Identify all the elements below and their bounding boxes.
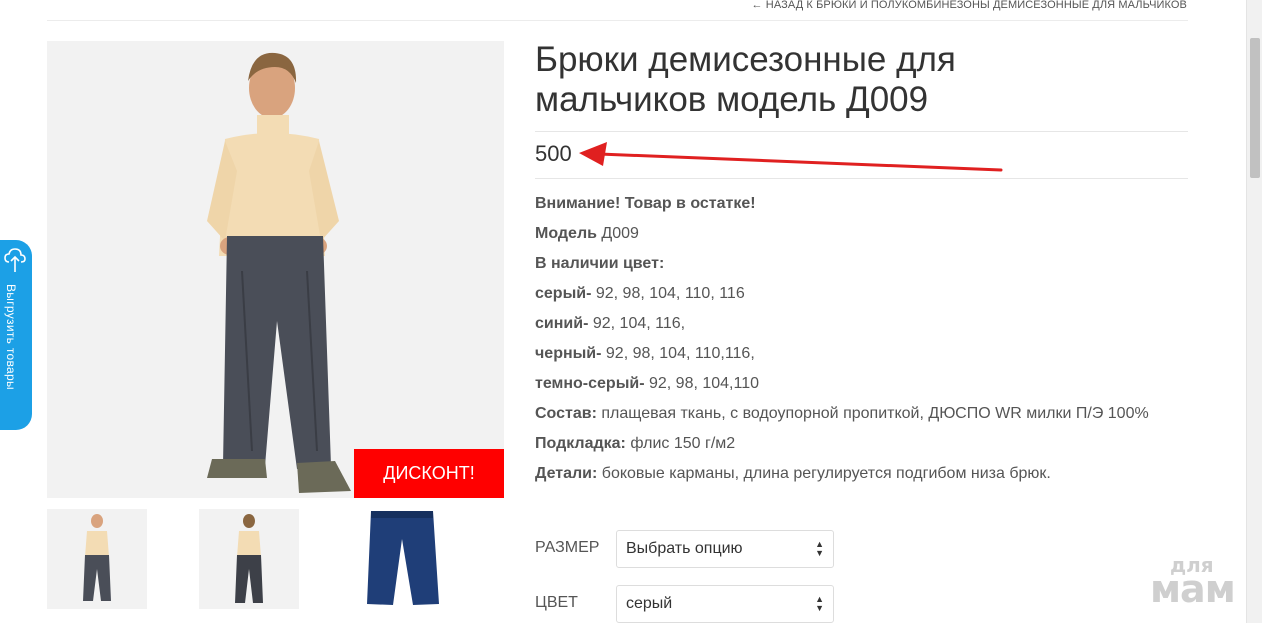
main-product-image[interactable] bbox=[47, 41, 504, 498]
scrollbar-thumb[interactable] bbox=[1250, 38, 1260, 178]
upload-products-tab[interactable]: Выгрузить товары bbox=[0, 240, 32, 430]
description-label: В наличии цвет: bbox=[535, 255, 665, 272]
description-label: Состав: bbox=[535, 405, 597, 422]
description-label: темно-серый- bbox=[535, 375, 645, 392]
description-line: Модель Д009 bbox=[535, 219, 1195, 249]
description-label: Модель bbox=[535, 225, 597, 242]
product-title-line1: Брюки демисезонные для bbox=[535, 40, 956, 79]
breadcrumb-back-link[interactable]: ← Назад к Брюки и полукомбинезоны демисе… bbox=[752, 0, 1187, 11]
upload-products-label: Выгрузить товары bbox=[4, 284, 18, 390]
thumbnail-back[interactable] bbox=[199, 509, 299, 609]
thumbnail-image bbox=[83, 514, 111, 601]
thumbnail-pants[interactable] bbox=[351, 509, 451, 609]
description-label: Детали: bbox=[535, 465, 598, 482]
description-label: Подкладка: bbox=[535, 435, 626, 452]
description-label: синий- bbox=[535, 315, 589, 332]
size-select-value: Выбрать опцию bbox=[626, 540, 743, 557]
size-label: РАЗМЕР bbox=[535, 539, 600, 556]
cloud-upload-icon bbox=[4, 248, 26, 272]
page-scrollbar[interactable] bbox=[1246, 0, 1262, 623]
product-price: 500 bbox=[535, 141, 572, 166]
description-line: Внимание! Товар в остатке! bbox=[535, 189, 1195, 219]
description-label: серый- bbox=[535, 285, 592, 302]
discount-badge: ДИСКОНТ! bbox=[354, 449, 504, 498]
description-line: Подкладка: флис 150 г/м2 bbox=[535, 429, 1195, 459]
top-divider bbox=[47, 20, 1188, 21]
description-text: плащевая ткань, с водоупорной пропиткой,… bbox=[596, 405, 1149, 422]
description-text: Д009 bbox=[596, 225, 639, 242]
description-line: Состав: плащевая ткань, с водоупорной пр… bbox=[535, 399, 1195, 429]
select-arrows-icon: ▲ ▼ bbox=[815, 539, 824, 558]
description-text: 92, 98, 104, 110,116, bbox=[601, 345, 755, 362]
select-arrows-icon: ▲ ▼ bbox=[815, 594, 824, 613]
thumbnail-front[interactable] bbox=[47, 509, 147, 609]
watermark-logo: для мам bbox=[1150, 553, 1245, 611]
boy-in-pants-illustration bbox=[207, 52, 351, 493]
description-text: 92, 98, 104, 110, 116 bbox=[591, 285, 745, 302]
thumbnail-image bbox=[367, 511, 439, 605]
divider bbox=[535, 178, 1188, 179]
thumbnail-image bbox=[235, 514, 263, 603]
divider bbox=[535, 131, 1188, 132]
description-line: Детали: боковые карманы, длина регулируе… bbox=[535, 459, 1195, 489]
color-label: ЦВЕТ bbox=[535, 594, 578, 611]
description-line: черный- 92, 98, 104, 110,116, bbox=[535, 339, 1195, 369]
description-text: 92, 98, 104,110 bbox=[644, 375, 759, 392]
product-title-line2: мальчиков модель Д009 bbox=[535, 80, 929, 119]
color-select-value: серый bbox=[626, 595, 673, 612]
description-text: флис 150 г/м2 bbox=[625, 435, 736, 452]
description-line: серый- 92, 98, 104, 110, 116 bbox=[535, 279, 1195, 309]
red-arrow-annotation bbox=[579, 142, 1003, 172]
product-description: Внимание! Товар в остатке! Модель Д009 В… bbox=[535, 189, 1195, 489]
size-select[interactable]: Выбрать опцию ▲ ▼ bbox=[616, 530, 834, 568]
product-title: Брюки демисезонные для мальчиков модель … bbox=[535, 40, 1155, 120]
description-label: Внимание! Товар в остатке! bbox=[535, 195, 756, 212]
color-select[interactable]: серый ▲ ▼ bbox=[616, 585, 834, 623]
description-line: В наличии цвет: bbox=[535, 249, 1195, 279]
description-text: 92, 104, 116, bbox=[588, 315, 686, 332]
watermark-line2: мам bbox=[1150, 567, 1236, 611]
description-label: черный- bbox=[535, 345, 602, 362]
description-line: темно-серый- 92, 98, 104,110 bbox=[535, 369, 1195, 399]
description-text: боковые карманы, длина регулируется подг… bbox=[597, 465, 1051, 482]
description-line: синий- 92, 104, 116, bbox=[535, 309, 1195, 339]
